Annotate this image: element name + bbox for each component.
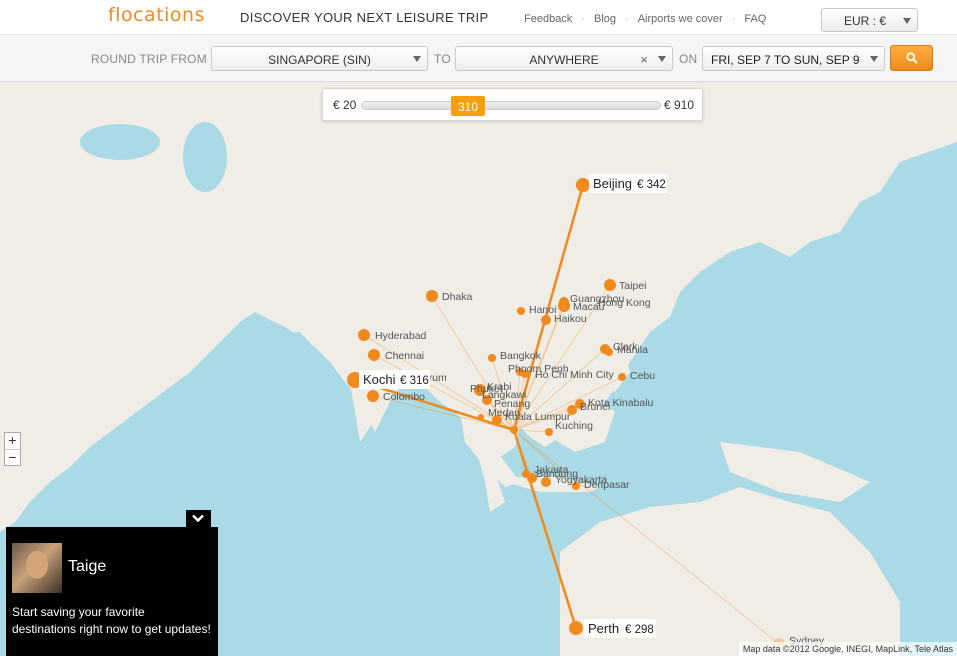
chevron-down-icon xyxy=(903,18,911,24)
price-min-label: € 20 xyxy=(333,98,357,112)
collapse-panel-button[interactable] xyxy=(186,510,211,528)
price-max-label: € 910 xyxy=(663,98,694,112)
user-name: Taige xyxy=(68,558,107,575)
price-tag-kochi[interactable]: Kochi € 316 xyxy=(359,370,430,389)
label-hyderabad: Hyderabad xyxy=(375,330,427,342)
from-label: ROUND TRIP FROM xyxy=(91,52,207,66)
label-haikou: Haikou xyxy=(554,313,587,325)
clear-icon[interactable]: × xyxy=(640,52,648,67)
date-select[interactable]: FRI, SEP 7 TO SUN, SEP 9 xyxy=(702,46,885,71)
price-beijing: € 342 xyxy=(637,179,666,191)
price-tag-perth[interactable]: Perth € 298 xyxy=(584,619,656,638)
price-slider: € 20 310 € 910 xyxy=(322,88,703,121)
on-label: ON xyxy=(679,52,698,66)
nav-separator: · xyxy=(731,13,736,25)
label-manila: Manila xyxy=(617,344,648,356)
zoom-out-button[interactable]: − xyxy=(5,449,20,465)
label-brunei: Brunei xyxy=(580,401,610,413)
city-kochi: Kochi xyxy=(363,372,396,387)
nav-separator: · xyxy=(581,13,585,25)
price-perth: € 298 xyxy=(625,624,654,636)
price-tag-beijing[interactable]: Beijing € 342 xyxy=(589,174,667,193)
zoom-in-button[interactable]: + xyxy=(5,433,20,449)
label-hanoi: Hanoi xyxy=(529,304,556,316)
label-taipei: Taipei xyxy=(619,280,646,292)
chevron-down-icon xyxy=(870,56,878,62)
user-panel: Taige Start saving your favorite destina… xyxy=(6,527,218,656)
price-kochi: € 316 xyxy=(400,375,429,387)
label-denpasar: Denpasar xyxy=(584,479,630,491)
chevron-down-icon xyxy=(192,514,204,523)
price-slider-track[interactable] xyxy=(361,101,661,110)
destination-select[interactable]: ANYWHERE × xyxy=(455,46,673,71)
label-bangkok: Bangkok xyxy=(500,350,542,362)
user-message: Start saving your favorite destinations … xyxy=(12,605,211,636)
label-cebu: Cebu xyxy=(630,370,655,382)
currency-value: EUR : € xyxy=(844,14,887,28)
label-dhaka: Dhaka xyxy=(442,291,473,303)
search-bar: ROUND TRIP FROM SINGAPORE (SIN) TO ANYWH… xyxy=(0,34,957,82)
search-button[interactable] xyxy=(890,45,933,71)
to-label: TO xyxy=(434,52,451,66)
avatar xyxy=(12,543,62,593)
search-icon xyxy=(906,52,918,64)
nav-faq[interactable]: FAQ xyxy=(744,13,766,25)
nav-blog[interactable]: Blog xyxy=(594,13,616,25)
price-slider-handle[interactable]: 310 xyxy=(451,96,485,116)
top-nav: Feedback · Blog · Airports we cover · FA… xyxy=(524,13,766,25)
label-chennai: Chennai xyxy=(385,350,424,362)
date-value: FRI, SEP 7 TO SUN, SEP 9 xyxy=(711,53,860,67)
destination-value: ANYWHERE xyxy=(529,53,599,67)
label-hong-kong: Hong Kong xyxy=(598,297,651,309)
origin-value: SINGAPORE (SIN) xyxy=(268,53,371,67)
top-header: flocations DISCOVER YOUR NEXT LEISURE TR… xyxy=(0,0,957,34)
nav-airports[interactable]: Airports we cover xyxy=(638,13,723,25)
tagline: DISCOVER YOUR NEXT LEISURE TRIP xyxy=(240,10,489,25)
nav-feedback[interactable]: Feedback xyxy=(524,13,572,25)
zoom-control: + − xyxy=(4,432,21,466)
city-perth: Perth xyxy=(588,621,619,636)
label-kuala-lumpur: Kuala Lumpur xyxy=(505,411,571,423)
currency-select[interactable]: EUR : € xyxy=(821,8,918,32)
origin-select[interactable]: SINGAPORE (SIN) xyxy=(211,46,428,71)
label-colombo: Colombo xyxy=(383,391,425,403)
map-attribution: Map data ©2012 Google, INEGI, MapLink, T… xyxy=(738,642,957,656)
chevron-down-icon xyxy=(658,56,666,62)
city-beijing: Beijing xyxy=(593,176,632,191)
nav-separator: · xyxy=(625,13,629,25)
chevron-down-icon xyxy=(413,56,421,62)
logo[interactable]: flocations xyxy=(108,4,205,26)
label-ho-chi-minh-city: Ho Chi Minh City xyxy=(535,369,615,381)
